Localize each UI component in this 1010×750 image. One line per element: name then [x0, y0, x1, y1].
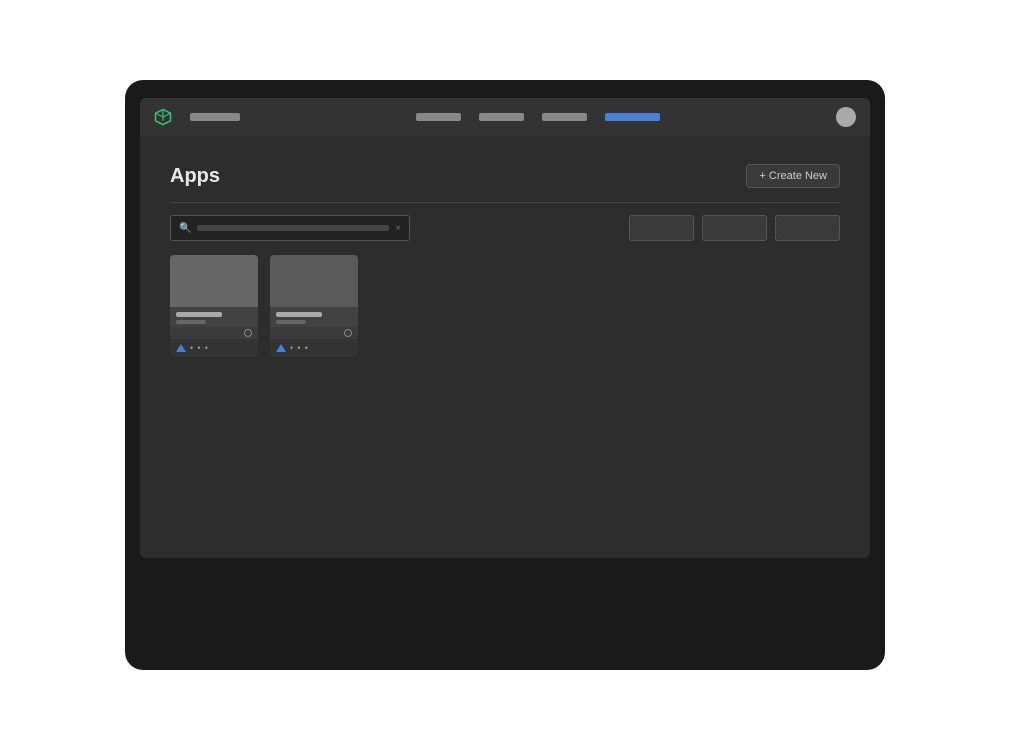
app-menu-dots[interactable]: • • • — [290, 343, 309, 353]
search-input-placeholder — [197, 225, 389, 231]
search-icon: 🔍 — [179, 223, 191, 234]
app-card-name-bar — [276, 312, 322, 317]
app-card[interactable]: • • • — [170, 255, 258, 357]
app-card-sub-bar — [276, 320, 306, 324]
status-dot — [344, 329, 352, 337]
filter-button-1[interactable] — [629, 215, 694, 241]
nav-item-3[interactable] — [479, 113, 524, 121]
app-warning-icon — [176, 344, 186, 352]
app-warning-icon — [276, 344, 286, 352]
app-card-footer: • • • — [170, 339, 258, 357]
app-logo-icon — [154, 108, 172, 126]
user-avatar[interactable] — [836, 107, 856, 127]
app-card-info — [170, 307, 258, 327]
nav-item-2[interactable] — [416, 113, 461, 121]
search-row: 🔍 × — [170, 215, 840, 241]
filter-button-3[interactable] — [775, 215, 840, 241]
app-card-sub-bar — [176, 320, 206, 324]
app-card-name-bar — [176, 312, 222, 317]
create-new-button[interactable]: + Create New — [746, 164, 840, 188]
app-card-thumbnail — [270, 255, 358, 307]
filter-button-2[interactable] — [702, 215, 767, 241]
app-card-footer: • • • — [270, 339, 358, 357]
page-content: Apps + Create New 🔍 × — [140, 136, 870, 558]
app-card-status — [170, 327, 258, 339]
page-header: Apps + Create New — [170, 164, 840, 188]
monitor-stand-base — [405, 613, 605, 633]
apps-grid: • • • • • • — [170, 255, 840, 357]
search-box[interactable]: 🔍 × — [170, 215, 410, 241]
header-divider — [170, 202, 840, 203]
search-clear-button[interactable]: × — [395, 223, 401, 234]
status-dot — [244, 329, 252, 337]
app-card-thumbnail — [170, 255, 258, 307]
nav-item-4[interactable] — [542, 113, 587, 121]
navbar — [140, 98, 870, 136]
app-card-status — [270, 327, 358, 339]
page-title: Apps — [170, 165, 220, 188]
nav-item-5[interactable] — [605, 113, 660, 121]
app-menu-dots[interactable]: • • • — [190, 343, 209, 353]
app-card[interactable]: • • • — [270, 255, 358, 357]
nav-item-1[interactable] — [190, 113, 240, 121]
app-card-info — [270, 307, 358, 327]
monitor-screen: Apps + Create New 🔍 × — [140, 98, 870, 558]
monitor-stand-neck — [465, 558, 545, 613]
monitor: Apps + Create New 🔍 × — [125, 80, 885, 670]
